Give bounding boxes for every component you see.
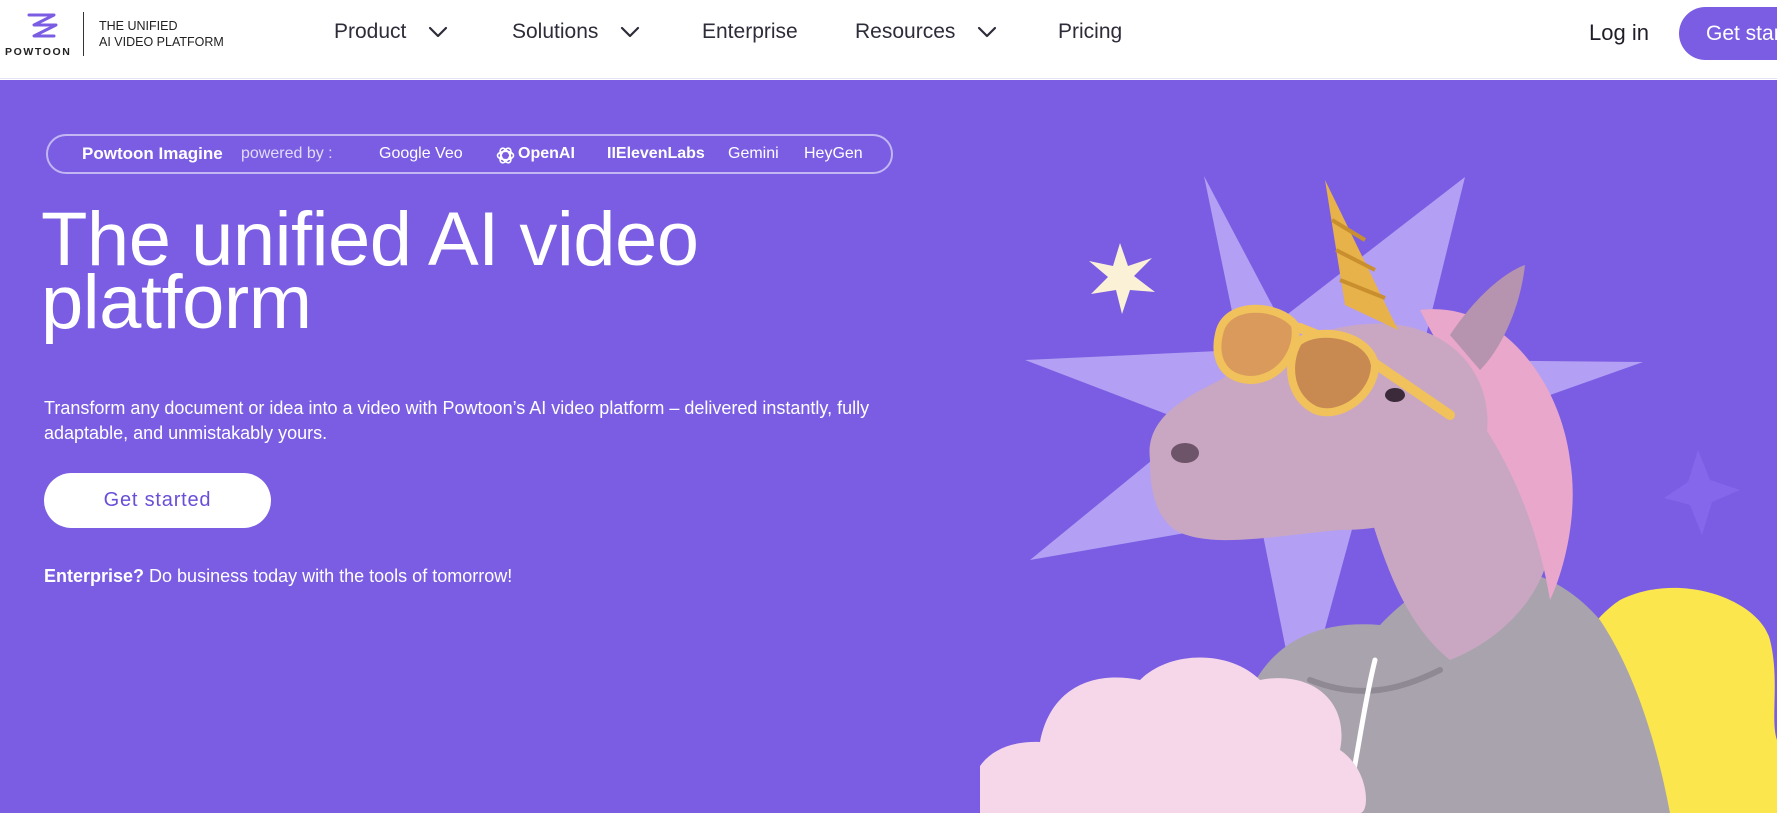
nav-solutions-label: Solutions (512, 20, 599, 43)
partner-google-veo: Google Veo (379, 145, 463, 162)
openai-logo-icon (496, 147, 515, 164)
partners-bar: Powtoon Imagine powered by : Google Veo … (46, 134, 893, 174)
login-link[interactable]: Log in (1589, 20, 1649, 46)
partner-elevenlabs: IIElevenLabs (607, 145, 705, 162)
partner-openai: OpenAI (518, 145, 575, 162)
partner-gemini: Gemini (728, 145, 779, 162)
nav-resources[interactable]: Resources (855, 16, 997, 48)
partners-bar-powered-by: powered by : (241, 145, 333, 162)
faint-star-shape (1664, 450, 1740, 535)
nav-solutions[interactable]: Solutions (512, 16, 640, 48)
sunglasses-right-lens-shape (1287, 329, 1380, 417)
logo-tagline-line2: AI VIDEO PLATFORM (99, 35, 224, 49)
hero-section: Powtoon Imagine powered by : Google Veo … (0, 80, 1777, 813)
chevron-down-icon (621, 26, 640, 38)
unicorn-nostril-shape (1171, 443, 1199, 463)
nav-enterprise[interactable]: Enterprise (702, 16, 798, 48)
enterprise-callout-text: Do business today with the tools of tomo… (144, 566, 513, 586)
logo-wordmark: POWTOON (5, 46, 72, 58)
logo-tagline-line1: THE UNIFIED (99, 19, 178, 33)
powtoon-logo[interactable]: POWTOON THE UNIFIED AI VIDEO PLATFORM (4, 10, 234, 60)
hero-get-started-button[interactable]: Get started (44, 473, 271, 528)
sunglasses-left-lens-shape (1213, 304, 1300, 385)
nav-product-label: Product (334, 20, 407, 43)
nav-pricing-label: Pricing (1058, 20, 1123, 43)
hero-illustration (980, 176, 1777, 813)
nav-pricing[interactable]: Pricing (1058, 16, 1122, 48)
chevron-down-icon (978, 26, 997, 38)
partner-heygen: HeyGen (804, 145, 863, 162)
header-get-started-button[interactable]: Get started (1679, 7, 1777, 60)
nav-product[interactable]: Product (334, 16, 448, 48)
powtoon-logo-icon (27, 13, 58, 38)
nav-resources-label: Resources (855, 20, 956, 43)
site-header: POWTOON THE UNIFIED AI VIDEO PLATFORM Pr… (0, 0, 1777, 79)
enterprise-callout-bold: Enterprise? (44, 566, 145, 586)
hero-title: The unified AI video platform (41, 197, 699, 345)
nav-enterprise-label: Enterprise (702, 20, 798, 43)
partners-bar-brand: Powtoon Imagine (82, 144, 223, 163)
enterprise-callout: Enterprise? Do business today with the t… (44, 566, 512, 587)
hero-subtitle: Transform any document or idea into a vi… (44, 398, 870, 443)
cream-star-shape (1089, 243, 1155, 314)
unicorn-eye-shape (1385, 388, 1405, 402)
chevron-down-icon (429, 26, 448, 38)
logo-divider (83, 12, 84, 56)
